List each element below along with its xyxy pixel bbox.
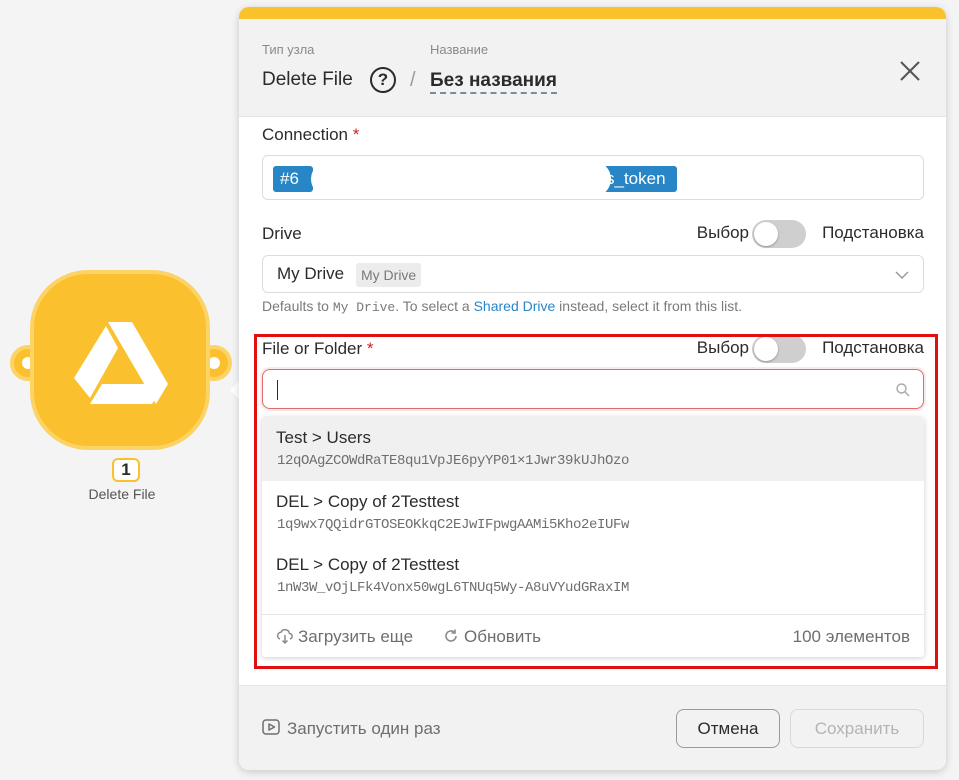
drive-value-tag: My Drive bbox=[356, 263, 422, 287]
node-type-label: Тип узла bbox=[262, 42, 315, 57]
toggle-switch[interactable] bbox=[752, 335, 806, 363]
file-options-dropdown: Test > Users 12qOAgZCOWdRaTE8qu1VpJE6pyY… bbox=[262, 417, 924, 657]
toggle-option-select: Выбор bbox=[696, 223, 749, 242]
toggle-option-select: Выбор bbox=[696, 338, 749, 357]
option-title: Test > Users bbox=[276, 428, 371, 447]
shared-drive-link[interactable]: Shared Drive bbox=[474, 298, 556, 314]
refresh-button[interactable]: Обновить bbox=[442, 627, 541, 647]
option-id: 1q9wx7QQidrGTOSEOKkqC2EJwIFpwgAAMi5Kho2e… bbox=[277, 517, 630, 533]
cloud-download-icon bbox=[276, 628, 293, 645]
help-icon[interactable]: ? bbox=[370, 67, 396, 93]
file-mode-toggle[interactable]: Выбор Подстановка bbox=[589, 335, 924, 365]
toggle-option-substitute: Подстановка bbox=[822, 338, 924, 357]
connection-label: Connection * bbox=[262, 125, 360, 144]
required-marker: * bbox=[366, 339, 374, 358]
dropdown-option[interactable]: Test > Users 12qOAgZCOWdRaTE8qu1VpJE6pyY… bbox=[262, 417, 924, 481]
drive-mode-toggle[interactable]: Выбор Подстановка bbox=[589, 220, 924, 250]
option-id: 1nW3W_vOjLFk4Vonx50wgL6TNUq5Wy-A8uVYudGR… bbox=[277, 580, 630, 596]
text-cursor bbox=[277, 380, 278, 400]
drive-hint: Defaults to My Drive. To select a Shared… bbox=[262, 298, 743, 315]
required-marker: * bbox=[352, 125, 360, 144]
option-title: DEL > Copy of 2Testtest bbox=[276, 492, 460, 511]
dropdown-option[interactable]: DEL > Copy of 2Testtest 1nW3W_vOjLFk4Von… bbox=[262, 544, 924, 608]
option-id: 12qOAgZCOWdRaTE8qu1VpJE6pyYP01×1Jwr39kUJ… bbox=[277, 453, 630, 469]
search-icon bbox=[896, 383, 910, 397]
chevron-down-icon bbox=[895, 271, 909, 280]
node-name-editable[interactable]: Без названия bbox=[430, 70, 557, 94]
node-caption: Delete File bbox=[88, 486, 156, 502]
redaction-mask bbox=[311, 161, 611, 197]
node-type-value: Delete File bbox=[262, 69, 353, 90]
toggle-option-substitute: Подстановка bbox=[822, 223, 924, 242]
node-name-label: Название bbox=[430, 42, 489, 57]
panel-footer: Запустить один раз Отмена Сохранить bbox=[239, 685, 946, 770]
dropdown-footer: Загрузить еще Обновить 100 элементов bbox=[262, 614, 924, 657]
file-search-input[interactable] bbox=[262, 369, 924, 409]
save-button[interactable]: Сохранить bbox=[790, 709, 924, 748]
drive-select-value: My Drive bbox=[277, 264, 345, 283]
panel-header: Тип узла Название Delete File ? / Без на… bbox=[239, 19, 946, 117]
play-icon bbox=[262, 719, 280, 735]
items-count: 100 элементов bbox=[792, 627, 910, 646]
panel-accent-bar bbox=[239, 7, 946, 19]
refresh-icon bbox=[445, 629, 457, 642]
header-separator: / bbox=[410, 69, 416, 91]
google-drive-icon bbox=[74, 322, 168, 404]
toggle-switch[interactable] bbox=[752, 220, 806, 248]
scenario-node[interactable]: 1 Delete File bbox=[8, 268, 242, 508]
cancel-button[interactable]: Отмена bbox=[676, 709, 780, 748]
run-once-button[interactable]: Запустить один раз bbox=[261, 717, 441, 739]
load-more-button[interactable]: Загрузить еще bbox=[276, 627, 413, 647]
connection-field[interactable]: #6 s_token bbox=[262, 155, 924, 200]
drive-select[interactable]: My Drive My Drive bbox=[262, 255, 924, 293]
close-icon[interactable] bbox=[898, 59, 922, 83]
dropdown-option[interactable]: DEL > Copy of 2Testtest 1q9wx7QQidrGTOSE… bbox=[262, 481, 924, 545]
node-settings-panel: Тип узла Название Delete File ? / Без на… bbox=[239, 7, 946, 770]
connection-chip-start: #6 bbox=[273, 166, 313, 192]
drive-label: Drive bbox=[262, 224, 302, 243]
option-title: DEL > Copy of 2Testtest bbox=[276, 555, 460, 574]
file-or-folder-label: File or Folder * bbox=[262, 339, 374, 358]
node-badge: 1 bbox=[112, 458, 140, 482]
